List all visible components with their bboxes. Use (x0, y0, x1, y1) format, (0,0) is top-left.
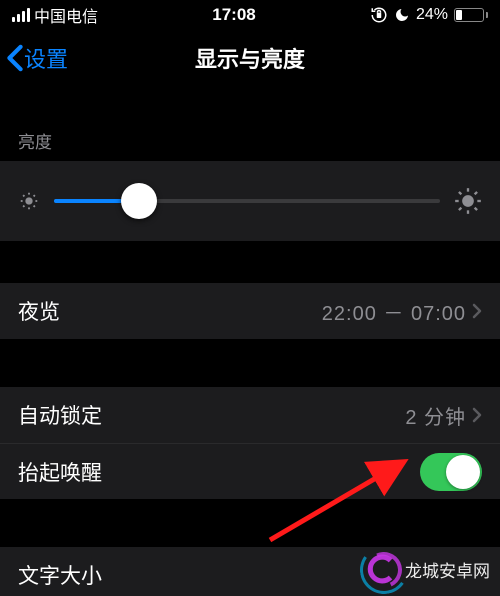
auto-lock-value: 2 分钟 (405, 401, 466, 430)
raise-to-wake-label: 抬起唤醒 (18, 457, 102, 487)
back-label: 设置 (24, 42, 68, 74)
brightness-low-icon (18, 190, 40, 212)
status-right: 24% (370, 6, 488, 24)
status-left: 中国电信 (12, 3, 98, 27)
nav-bar: 设置 显示与亮度 (0, 30, 500, 86)
night-shift-label: 夜览 (18, 296, 60, 326)
status-bar: 中国电信 17:08 24% (0, 0, 500, 30)
signal-strength-icon (12, 8, 30, 22)
carrier-label: 中国电信 (34, 3, 98, 27)
watermark: 龙城安卓网 (365, 552, 490, 586)
watermark-text: 龙城安卓网 (405, 557, 490, 582)
night-shift-cell[interactable]: 夜览 22:00 － 07:00 (0, 283, 500, 339)
brightness-row (0, 161, 500, 241)
moon-icon (394, 7, 410, 23)
chevron-right-icon (472, 303, 482, 319)
page-title: 显示与亮度 (0, 42, 500, 74)
auto-lock-cell[interactable]: 自动锁定 2 分钟 (0, 387, 500, 443)
orientation-lock-icon (370, 6, 388, 24)
brightness-header: 亮度 (0, 128, 500, 161)
raise-to-wake-toggle[interactable] (420, 453, 482, 491)
chevron-left-icon (6, 44, 24, 72)
battery-icon (454, 8, 488, 22)
brightness-slider[interactable] (54, 183, 440, 219)
auto-lock-label: 自动锁定 (18, 400, 102, 430)
raise-to-wake-cell: 抬起唤醒 (0, 443, 500, 499)
back-button[interactable]: 设置 (0, 42, 68, 74)
chevron-right-icon (472, 407, 482, 423)
night-shift-value: 22:00 － 07:00 (322, 297, 466, 326)
battery-percent: 24% (416, 6, 448, 24)
clock: 17:08 (212, 5, 255, 25)
text-size-label: 文字大小 (18, 560, 102, 590)
brightness-high-icon (454, 187, 482, 215)
